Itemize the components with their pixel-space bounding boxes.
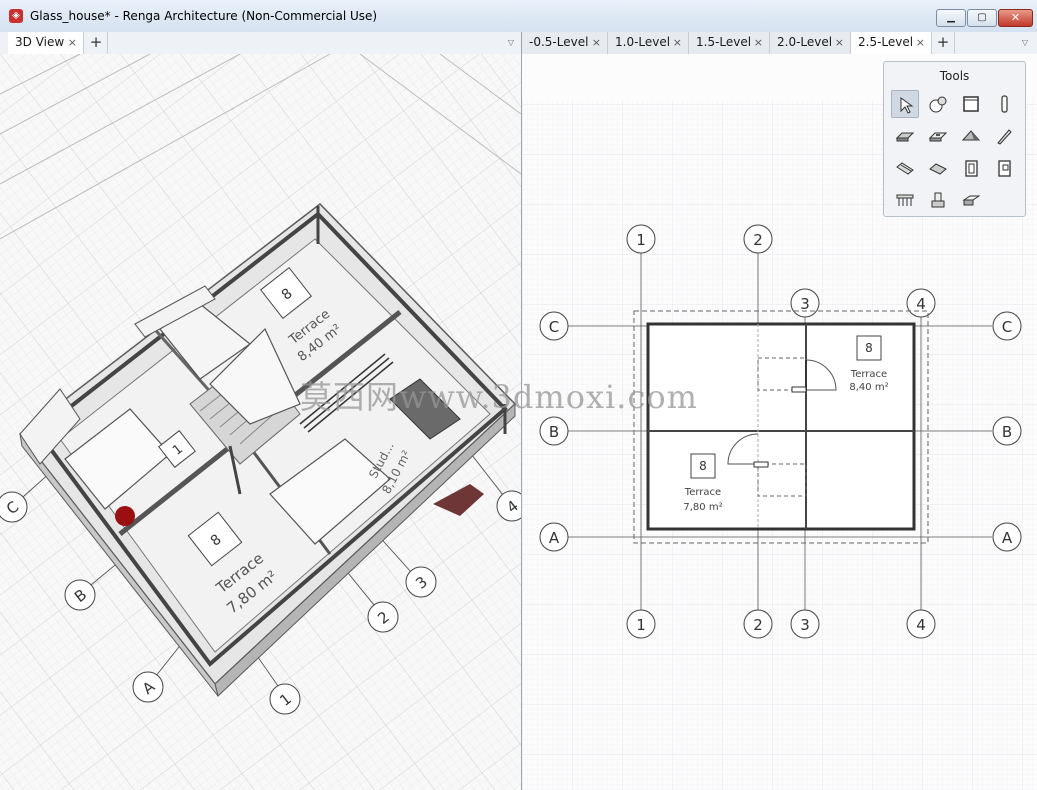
right-tab-bar: -0.5-Level × 1.0-Level × 1.5-Level × 2.0… xyxy=(522,32,1037,55)
floor-tool-button[interactable] xyxy=(924,122,952,150)
tab-label: 2.0-Level xyxy=(777,35,833,49)
axis-label-left-A: A xyxy=(549,529,560,547)
railing-icon xyxy=(896,194,914,206)
maximize-button[interactable]: ▢ xyxy=(967,9,997,27)
tab-close-icon[interactable]: × xyxy=(835,32,844,53)
axis-label-bottom-2: 2 xyxy=(753,616,763,634)
axis-label-top-3: 3 xyxy=(800,295,810,313)
column-icon xyxy=(1001,95,1008,113)
axis-label-left-B: B xyxy=(549,423,559,441)
plan-building[interactable] xyxy=(633,310,929,544)
axis-label-right-A: A xyxy=(1002,529,1013,547)
room-number: 8 xyxy=(699,459,707,473)
tab-level-1-0[interactable]: 1.0-Level × xyxy=(608,32,689,54)
tab-close-icon[interactable]: × xyxy=(673,32,682,53)
tab-menu-icon[interactable]: ▽ xyxy=(503,32,519,54)
element-tool-button[interactable] xyxy=(957,186,985,214)
axis-label-right-B: B xyxy=(1002,423,1012,441)
axis-label-right-C: C xyxy=(1002,318,1012,336)
tab-label: 1.5-Level xyxy=(696,35,752,49)
select-tool-button[interactable] xyxy=(891,90,919,118)
element-icon xyxy=(962,195,980,206)
tab-label: 1.0-Level xyxy=(615,35,671,49)
tab-level-2-5[interactable]: 2.5-Level × xyxy=(851,32,932,55)
tab-label: -0.5-Level xyxy=(529,35,589,49)
tab-menu-icon[interactable]: ▽ xyxy=(1017,32,1033,54)
axis-label-top-2: 2 xyxy=(753,231,763,249)
tab-label: 2.5-Level xyxy=(858,35,914,49)
axis-label-bottom-1: 1 xyxy=(636,616,646,634)
tab-close-icon[interactable]: × xyxy=(916,32,925,53)
equipment-icon xyxy=(931,192,945,208)
slab-tool-button[interactable] xyxy=(891,122,919,150)
title-bar: ◈ Glass_house* - Renga Architecture (Non… xyxy=(0,0,1037,33)
tab-close-icon[interactable]: × xyxy=(68,32,77,53)
dimension-tool-button[interactable] xyxy=(924,90,952,118)
room-area: 8,40 m² xyxy=(849,382,888,393)
tab-level-1-5[interactable]: 1.5-Level × xyxy=(689,32,770,54)
beam-icon xyxy=(997,129,1012,145)
minimize-button[interactable]: ▁ xyxy=(936,9,966,27)
3d-viewport[interactable]: A B C 1 2 3 4 8 Terrace 8,40 m² 8 Terrac… xyxy=(0,54,521,790)
slab-icon xyxy=(896,132,914,142)
room-area: 7,80 m² xyxy=(683,502,722,513)
tab-3d-view[interactable]: 3D View × xyxy=(8,32,84,55)
axis-label-top-4: 4 xyxy=(916,295,926,313)
renga-logo-icon: ◈ xyxy=(9,9,23,23)
axis-label-bottom-4: 4 xyxy=(916,616,926,634)
door-tool-button[interactable] xyxy=(957,154,985,182)
tab-level-2-0[interactable]: 2.0-Level × xyxy=(770,32,851,54)
axis-label-left-C: C xyxy=(549,318,559,336)
opening-icon xyxy=(998,160,1011,177)
floor-icon xyxy=(929,132,947,142)
3d-model-canvas[interactable]: A B C 1 2 3 4 8 Terrace 8,40 m² 8 Terrac… xyxy=(0,54,521,790)
roof-tool-button[interactable] xyxy=(957,122,985,150)
equipment-tool-button[interactable] xyxy=(924,186,952,214)
watermark-text: 莫西网www.3dmoxi.com xyxy=(300,378,698,416)
add-tab-button[interactable]: + xyxy=(932,32,955,54)
room-number: 8 xyxy=(865,341,873,355)
stair-tool-button[interactable] xyxy=(891,154,919,182)
close-button[interactable]: ✕ xyxy=(998,9,1033,27)
axis-label-top-1: 1 xyxy=(636,231,646,249)
select-icon xyxy=(900,97,914,114)
axis-label-bottom-3: 3 xyxy=(800,616,810,634)
add-tab-button[interactable]: + xyxy=(85,32,108,54)
room-name: Terrace xyxy=(684,487,721,498)
stair-icon xyxy=(896,162,914,175)
maximize-icon: ▢ xyxy=(977,12,987,23)
close-icon: ✕ xyxy=(1010,11,1021,24)
tab-close-icon[interactable]: × xyxy=(754,32,763,53)
window-icon xyxy=(963,96,979,112)
column-tool-button[interactable] xyxy=(990,90,1018,118)
dimension-icon xyxy=(929,96,947,113)
window-title: Glass_house* - Renga Architecture (Non-C… xyxy=(30,9,378,23)
ramp-tool-button[interactable] xyxy=(924,154,952,182)
ramp-icon xyxy=(929,163,947,175)
tools-panel: Tools xyxy=(883,61,1026,217)
tab-label: 3D View xyxy=(15,35,65,49)
tab-level-minus-0-5[interactable]: -0.5-Level × xyxy=(522,32,608,54)
railing-tool-button[interactable] xyxy=(891,186,919,214)
beam-tool-button[interactable] xyxy=(990,122,1018,150)
minimize-icon: ▁ xyxy=(947,12,955,23)
left-tab-bar: 3D View × + ▽ xyxy=(0,32,521,55)
opening-tool-button[interactable] xyxy=(990,154,1018,182)
door-icon xyxy=(965,160,978,177)
room-name: Terrace xyxy=(850,369,887,380)
tools-panel-title: Tools xyxy=(939,69,970,83)
tab-close-icon[interactable]: × xyxy=(592,32,601,53)
window-tool-button[interactable] xyxy=(957,90,985,118)
roof-icon xyxy=(962,130,980,141)
